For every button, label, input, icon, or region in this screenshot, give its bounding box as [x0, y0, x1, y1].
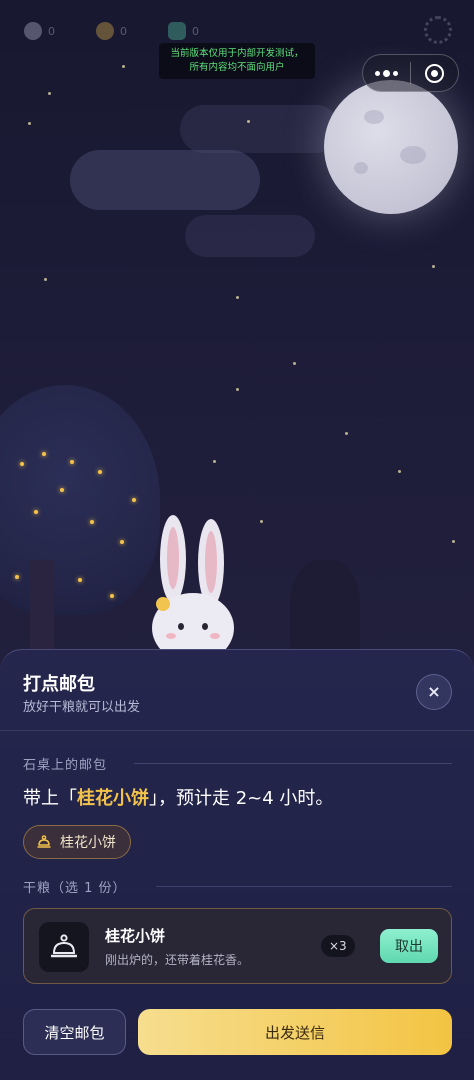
- more-dots-icon[interactable]: [363, 69, 410, 77]
- section-divider: [134, 763, 452, 764]
- moon: [324, 80, 458, 214]
- clear-pack-button[interactable]: 清空邮包: [23, 1009, 126, 1055]
- food-cover-icon: [39, 922, 89, 972]
- food-item-card[interactable]: 桂花小饼 刚出炉的，还带着桂花香。 ×3 取出: [23, 908, 452, 984]
- take-out-button[interactable]: 取出: [380, 929, 438, 963]
- item-description: 刚出炉的，还带着桂花香。: [105, 953, 250, 967]
- carry-summary: 带上「桂花小饼」，预计走 2~4 小时。: [23, 784, 333, 810]
- section-label-food: 干粮（选 1 份）: [23, 881, 127, 896]
- carry-suffix: 」，预计走 2~4 小时。: [149, 788, 334, 809]
- stat-coin: 0: [96, 22, 127, 40]
- miniprogram-capsule: [362, 54, 459, 92]
- settings-icon: [424, 16, 452, 44]
- stat-moon: 0: [24, 22, 55, 40]
- cloud: [70, 150, 260, 210]
- header-divider: [0, 730, 474, 731]
- bunny-character: [148, 515, 238, 665]
- cloud: [180, 105, 340, 153]
- food-cover-icon: [36, 834, 52, 850]
- sheet-title: 打点邮包: [23, 674, 95, 695]
- dev-notice: 当前版本仅用于内部开发测试， 所有内容均不面向用户: [159, 43, 315, 79]
- carry-prefix: 带上「: [23, 788, 77, 809]
- mail-pack-sheet: 打点邮包 放好干粮就可以出发 × 石桌上的邮包 带上「桂花小饼」，预计走 2~4…: [0, 649, 474, 1080]
- stat-leaf: 0: [168, 22, 199, 40]
- send-letter-button[interactable]: 出发送信: [138, 1009, 452, 1055]
- notice-line-1: 当前版本仅用于内部开发测试，: [170, 48, 304, 59]
- section-label-table: 石桌上的邮包: [23, 758, 108, 773]
- item-name: 桂花小饼: [105, 927, 166, 945]
- night-scene: [0, 0, 474, 700]
- sheet-subtitle: 放好干粮就可以出发: [23, 700, 141, 715]
- notice-line-2: 所有内容均不面向用户: [189, 62, 285, 73]
- section-divider: [156, 886, 452, 887]
- carry-item-highlight: 桂花小饼: [77, 788, 149, 809]
- flower-icon: [156, 597, 170, 611]
- close-target-icon[interactable]: [411, 63, 458, 83]
- selected-item-chip[interactable]: 桂花小饼: [23, 825, 131, 859]
- item-quantity-badge: ×3: [321, 935, 355, 957]
- close-icon: ×: [427, 682, 441, 701]
- cloud: [185, 215, 315, 257]
- chip-label: 桂花小饼: [60, 835, 116, 851]
- close-button[interactable]: ×: [416, 674, 452, 710]
